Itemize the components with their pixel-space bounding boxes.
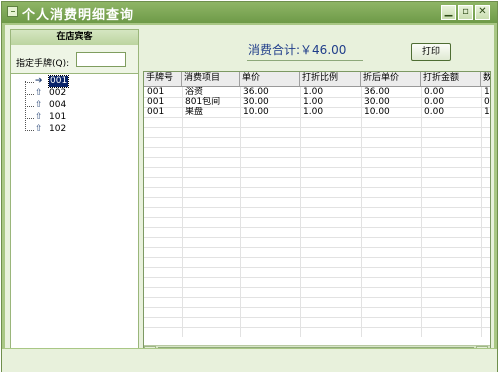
- column-header[interactable]: 单价: [240, 72, 300, 86]
- minimize-button[interactable]: ▁: [441, 5, 456, 20]
- minimize-icon: ▁: [444, 6, 453, 17]
- tree-item-label: 001: [47, 75, 70, 88]
- tree-item-label: 101: [49, 112, 67, 122]
- grid-cell[interactable]: 果盘: [182, 107, 240, 117]
- grid-body: 001 浴资 36.00 1.00 36.00 0.00 1 001 801包间…: [144, 87, 490, 337]
- grid-cell[interactable]: 36.00: [240, 87, 300, 97]
- column-header[interactable]: 折后单价: [361, 72, 421, 86]
- column-header[interactable]: 数: [481, 72, 490, 86]
- print-button[interactable]: 打印: [411, 43, 451, 61]
- status-bar: [2, 348, 497, 372]
- divider: [247, 60, 363, 61]
- tree-item-label: 102: [49, 124, 67, 134]
- grid-cell[interactable]: 30.00: [240, 97, 300, 107]
- maximize-button[interactable]: ▫: [458, 5, 473, 20]
- grid-cell[interactable]: 30.00: [361, 97, 421, 107]
- consumption-grid[interactable]: 手牌号 消费项目 单价 打折比例 折后单价 打折金额 数: [143, 71, 491, 360]
- guest-tree: ➔ 001 ⇧ 002 ⇧ 004 ⇧ 101 ⇧ 102: [11, 73, 138, 361]
- up-arrow-icon: ⇧: [35, 124, 43, 134]
- grid-cell[interactable]: 0: [481, 97, 490, 107]
- grid-cell[interactable]: 1.00: [300, 97, 361, 107]
- grid-cell[interactable]: 001: [144, 97, 182, 107]
- up-arrow-icon: ⇧: [35, 100, 43, 110]
- window-title: 个人消费明细查询: [22, 8, 135, 23]
- grid-cell[interactable]: 1.00: [300, 87, 361, 97]
- grid-cell[interactable]: 1: [481, 107, 490, 117]
- guest-panel-header: 在店宾客: [11, 30, 138, 45]
- up-arrow-icon: ⇧: [35, 112, 43, 122]
- client-area: 在店宾客 指定手牌(Q): ➔ 001 ⇧ 002 ⇧ 004 ⇧ 101 ⇧ …: [5, 25, 494, 369]
- guest-panel: 在店宾客 指定手牌(Q): ➔ 001 ⇧ 002 ⇧ 004 ⇧ 101 ⇧ …: [10, 29, 139, 362]
- tree-item-label: 002: [49, 88, 67, 98]
- window-menu-icon[interactable]: [7, 6, 18, 17]
- close-button[interactable]: ✕: [475, 5, 490, 20]
- column-header[interactable]: 手牌号: [144, 72, 182, 86]
- app-window: 个人消费明细查询 ▁ ▫ ✕ 在店宾客 指定手牌(Q): ➔ 001 ⇧ 002: [1, 1, 498, 372]
- column-header[interactable]: 打折金额: [421, 72, 481, 86]
- column-header[interactable]: 消费项目: [182, 72, 240, 86]
- grid-header: 手牌号 消费项目 单价 打折比例 折后单价 打折金额 数: [144, 72, 490, 87]
- grid-cell[interactable]: 001: [144, 87, 182, 97]
- total-amount-label: 消费合计:￥46.00: [248, 43, 347, 57]
- grid-cell[interactable]: 001: [144, 107, 182, 117]
- up-arrow-icon: ⇧: [35, 88, 43, 98]
- grid-cell[interactable]: 10.00: [361, 107, 421, 117]
- hand-tag-filter-label: 指定手牌(Q):: [16, 59, 70, 69]
- grid-cell[interactable]: 0.00: [421, 107, 481, 117]
- close-icon: ✕: [478, 6, 487, 17]
- hand-tag-filter-input[interactable]: [76, 52, 126, 67]
- grid-cell[interactable]: 1: [481, 87, 490, 97]
- arrow-right-icon: ➔: [35, 76, 43, 86]
- grid-cell[interactable]: 0.00: [421, 97, 481, 107]
- grid-cell[interactable]: 36.00: [361, 87, 421, 97]
- tree-item-label: 004: [49, 100, 67, 110]
- grid-cell[interactable]: 0.00: [421, 87, 481, 97]
- column-header[interactable]: 打折比例: [300, 72, 361, 86]
- grid-cell[interactable]: 10.00: [240, 107, 300, 117]
- maximize-icon: ▫: [462, 6, 469, 17]
- grid-cell[interactable]: 1.00: [300, 107, 361, 117]
- title-bar[interactable]: 个人消费明细查询 ▁ ▫ ✕: [2, 2, 497, 23]
- grid-cell[interactable]: 浴资: [182, 87, 240, 97]
- grid-cell[interactable]: 801包间: [182, 97, 240, 107]
